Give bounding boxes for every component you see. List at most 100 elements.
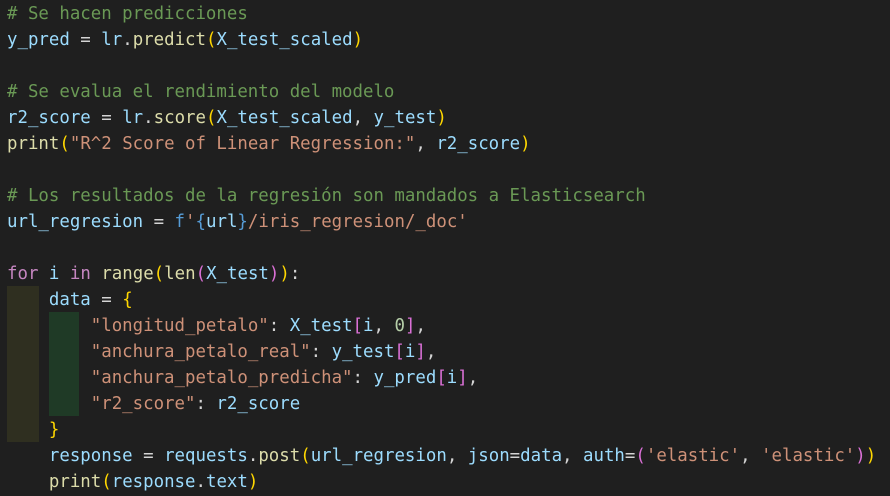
code-token: i xyxy=(404,342,416,362)
code-token: score xyxy=(153,108,206,128)
code-line[interactable]: # Se hacen predicciones xyxy=(7,1,248,27)
code-token: y_test xyxy=(331,342,395,362)
code-line[interactable]: "r2_score": r2_score xyxy=(7,391,300,417)
code-token: ) xyxy=(279,264,290,284)
code-line[interactable]: for i in range(len(X_test)): xyxy=(7,261,300,287)
code-token: "R^2 Score of Linear Regression:" xyxy=(69,134,416,154)
code-token: text xyxy=(205,472,248,492)
code-token: . xyxy=(247,446,259,466)
code-token: ( xyxy=(205,108,217,128)
code-token: ] xyxy=(404,316,416,336)
code-token: # Se evalua el rendimiento del modelo xyxy=(7,82,395,102)
code-token: response xyxy=(48,446,133,466)
code-token: } xyxy=(237,212,248,232)
code-token: X_test xyxy=(289,316,353,336)
code-token: ] xyxy=(415,342,426,362)
code-line[interactable]: "longitud_petalo": X_test[i, 0], xyxy=(7,313,426,339)
code-token: y_pred xyxy=(7,30,70,50)
code-line[interactable]: r2_score = lr.score(X_test_scaled, y_tes… xyxy=(7,105,447,131)
code-token: { xyxy=(195,212,206,232)
code-line[interactable]: response = requests.post(url_regresion, … xyxy=(7,443,876,469)
code-token: data xyxy=(48,290,91,310)
code-token: ) xyxy=(520,134,531,154)
code-token: r2_score xyxy=(7,108,91,128)
code-token: auth xyxy=(583,446,625,466)
code-editor[interactable]: # Se hacen predicciones y_pred = lr.predi… xyxy=(0,0,890,496)
code-token: , xyxy=(415,316,426,336)
code-token: X_test_scaled xyxy=(216,30,353,50)
code-token: : xyxy=(352,368,374,388)
code-line[interactable]: "anchura_petalo_predicha": y_pred[i], xyxy=(7,365,478,391)
code-token: ) xyxy=(352,30,364,50)
code-token: = xyxy=(509,446,521,466)
code-token: X_test_scaled xyxy=(216,108,353,128)
code-token: # Se hacen predicciones xyxy=(7,4,248,24)
code-token: . xyxy=(143,108,154,128)
code-token: = xyxy=(143,212,175,232)
code-token: "longitud_petalo" xyxy=(90,316,269,336)
code-token: . xyxy=(122,30,133,50)
code-token: f xyxy=(174,212,186,232)
code-token: for xyxy=(7,264,39,284)
code-line[interactable]: print(response.text) xyxy=(7,469,258,495)
code-token: ( xyxy=(153,264,165,284)
code-token: ( xyxy=(205,30,217,50)
code-token: lr xyxy=(101,30,123,50)
code-token: { xyxy=(122,290,133,310)
code-line[interactable]: data = { xyxy=(7,287,133,313)
code-token: = xyxy=(69,30,102,50)
code-line[interactable]: print("R^2 Score of Linear Regression:",… xyxy=(7,131,531,157)
code-token: y_pred xyxy=(373,368,437,388)
code-line[interactable]: url_regresion = f'{url}/iris_regresion/_… xyxy=(7,209,468,235)
code-token: : xyxy=(268,316,290,336)
code-token: 'elastic' xyxy=(645,446,741,466)
code-token: : xyxy=(289,264,301,284)
code-token: ( xyxy=(195,264,207,284)
code-token: : xyxy=(195,394,217,414)
code-token: data xyxy=(520,446,563,466)
code-token: print xyxy=(7,134,60,154)
code-token: ) xyxy=(436,108,447,128)
code-token: . xyxy=(195,472,206,492)
code-token: [ xyxy=(394,342,405,362)
code-line[interactable]: # Se evalua el rendimiento del modelo xyxy=(7,79,394,105)
code-token: ( xyxy=(300,446,311,466)
code-token: } xyxy=(48,420,60,440)
code-token: url_regresion xyxy=(310,446,447,466)
code-token: [ xyxy=(436,368,447,388)
code-token: "anchura_petalo_real" xyxy=(90,342,311,362)
code-token: ( xyxy=(101,472,112,492)
code-line[interactable]: } xyxy=(7,417,59,443)
code-token: , xyxy=(562,446,583,466)
code-token: , xyxy=(425,342,437,362)
code-line[interactable]: # Los resultados de la regresión son man… xyxy=(7,183,646,209)
code-token: ) xyxy=(268,264,280,284)
code-token: i xyxy=(48,264,60,284)
code-token: , xyxy=(352,108,374,128)
code-token: lr xyxy=(122,108,144,128)
code-token: = xyxy=(90,290,123,310)
code-token: response xyxy=(111,472,196,492)
code-token: ' xyxy=(185,212,196,232)
code-token: /iris_regresion/_doc' xyxy=(247,212,468,232)
code-token: "r2_score" xyxy=(90,394,196,414)
code-token: url xyxy=(206,212,238,232)
code-token: y_test xyxy=(373,108,437,128)
code-token: i xyxy=(446,368,458,388)
code-token: print xyxy=(48,472,102,492)
code-line[interactable]: y_pred = lr.predict(X_test_scaled) xyxy=(7,27,363,53)
code-token: # Los resultados de la regresión son man… xyxy=(7,186,646,206)
code-token: = xyxy=(90,108,123,128)
code-token: : xyxy=(310,342,332,362)
code-token: , xyxy=(467,368,479,388)
code-line[interactable]: "anchura_petalo_real": y_test[i], xyxy=(7,339,437,365)
